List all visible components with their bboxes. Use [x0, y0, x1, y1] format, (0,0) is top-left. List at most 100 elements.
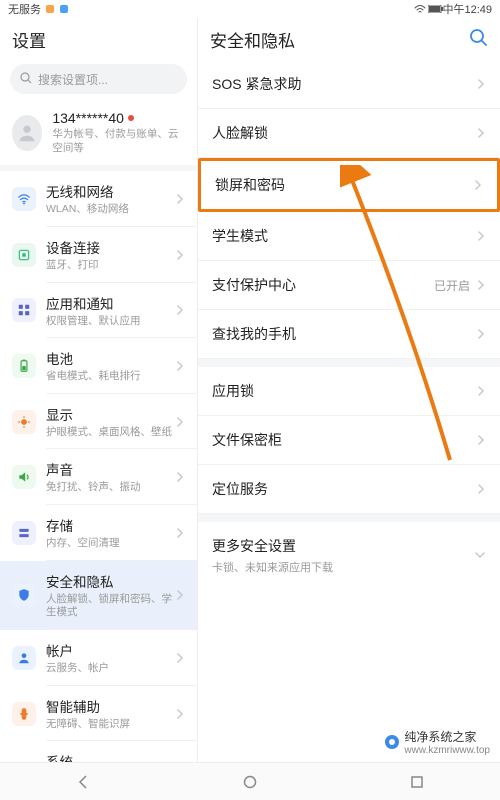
detail-item-student[interactable]: 学生模式	[198, 212, 500, 261]
item-title: 支付保护中心	[212, 275, 296, 295]
item-title: 查找我的手机	[212, 324, 296, 344]
item-sub: 护眼模式、桌面风格、壁纸	[46, 426, 175, 440]
item-title: 定位服务	[212, 479, 268, 499]
item-title: 存储	[46, 515, 175, 535]
detail-item-safe[interactable]: 文件保密柜	[198, 416, 500, 465]
watermark-url: www.kzmriwww.top	[404, 745, 490, 756]
item-status: 已开启	[434, 277, 470, 294]
search-placeholder: 搜索设置项...	[38, 71, 108, 88]
logo-icon	[384, 734, 400, 750]
access-icon	[12, 702, 36, 726]
item-sub: 内存、空间清理	[46, 537, 175, 551]
divider	[198, 514, 500, 522]
chevron-right-icon	[175, 358, 185, 374]
divider	[198, 359, 500, 367]
chevron-right-icon	[175, 247, 185, 263]
chevron-right-icon	[476, 383, 486, 399]
detail-item-face[interactable]: 人脸解锁	[198, 109, 500, 158]
detail-title: 安全和隐私	[210, 27, 295, 52]
sidebar-item-battery[interactable]: 电池 省电模式、耗电排行	[0, 338, 197, 394]
nav-back-button[interactable]	[73, 772, 93, 792]
chevron-right-icon	[476, 76, 486, 92]
chevron-right-icon	[476, 228, 486, 244]
detail-item-lock[interactable]: 锁屏和密码	[198, 158, 500, 212]
sidebar-title: 设置	[0, 18, 197, 60]
apps-icon	[12, 298, 36, 322]
detail-item-applock[interactable]: 应用锁	[198, 367, 500, 416]
chevron-right-icon	[175, 302, 185, 318]
sidebar-item-display[interactable]: 显示 护眼模式、桌面风格、壁纸	[0, 394, 197, 450]
item-title: 应用和通知	[46, 293, 175, 313]
detail-item-sos[interactable]: SOS 紧急求助	[198, 60, 500, 109]
nav-bar	[0, 762, 500, 800]
item-title: 智能辅助	[46, 696, 175, 716]
security-icon	[12, 583, 36, 607]
nav-home-button[interactable]	[240, 772, 260, 792]
sidebar-item-account[interactable]: 帐户 云服务、帐户	[0, 630, 197, 686]
item-sub: WLAN、移动网络	[46, 203, 175, 217]
no-service-label: 无服务	[8, 1, 41, 17]
detail-pane: 安全和隐私 SOS 紧急求助人脸解锁锁屏和密码学生模式支付保护中心 已开启查找我的…	[198, 18, 500, 762]
sidebar-item-wifi[interactable]: 无线和网络 WLAN、移动网络	[0, 171, 197, 227]
notification-dot	[128, 115, 134, 121]
item-title: 人脸解锁	[212, 123, 268, 143]
chevron-right-icon	[175, 587, 185, 603]
chevron-right-icon	[175, 706, 185, 722]
account-sub: 华为帐号、付款与账单、云空间等	[52, 128, 185, 155]
detail-item-more[interactable]: 更多安全设置 卡锁、未知来源应用下载	[198, 522, 500, 589]
item-sub: 省电模式、耗电排行	[46, 370, 175, 384]
item-title: 学生模式	[212, 226, 268, 246]
sidebar-item-storage[interactable]: 存储 内存、空间清理	[0, 505, 197, 561]
nav-recent-button[interactable]	[407, 772, 427, 792]
sidebar-item-apps[interactable]: 应用和通知 权限管理、默认应用	[0, 283, 197, 339]
chevron-down-icon	[474, 548, 486, 564]
sidebar-item-security[interactable]: 安全和隐私 人脸解锁、锁屏和密码、学生模式	[0, 561, 197, 630]
chevron-right-icon	[175, 414, 185, 430]
avatar	[12, 115, 42, 151]
item-sub: 云服务、帐户	[46, 662, 175, 676]
item-title: 文件保密柜	[212, 430, 282, 450]
search-icon	[20, 72, 32, 87]
device-icon	[12, 243, 36, 267]
sidebar-item-sound[interactable]: 声音 免打扰、铃声、振动	[0, 449, 197, 505]
item-title: 电池	[46, 348, 175, 368]
item-sub: 无障碍、智能识屏	[46, 718, 175, 732]
detail-title-row: 安全和隐私	[198, 18, 500, 60]
item-title: 锁屏和密码	[215, 175, 285, 195]
sound-icon	[12, 465, 36, 489]
account-row[interactable]: 134******40 华为帐号、付款与账单、云空间等	[0, 102, 197, 165]
chevron-right-icon	[473, 177, 483, 193]
item-title: 系统	[46, 751, 175, 762]
storage-icon	[12, 521, 36, 545]
display-icon	[12, 410, 36, 434]
sidebar-item-access[interactable]: 智能辅助 无障碍、智能识屏	[0, 686, 197, 742]
item-title: 声音	[46, 459, 175, 479]
clock-label: 中午12:49	[442, 1, 492, 17]
app-icon	[59, 4, 69, 14]
item-sub: 权限管理、默认应用	[46, 315, 175, 329]
settings-sidebar: 设置 搜索设置项... 134******40 华为帐号、付款与账单、云空间等 …	[0, 18, 198, 762]
status-bar: 无服务 中午12:49	[0, 0, 500, 18]
sidebar-list: 无线和网络 WLAN、移动网络 设备连接 蓝牙、打印 应用和通知 权限管理、默认…	[0, 171, 197, 762]
detail-item-payment[interactable]: 支付保护中心 已开启	[198, 261, 500, 310]
chevron-right-icon	[175, 650, 185, 666]
search-button[interactable]	[468, 27, 488, 52]
item-title: 设备连接	[46, 237, 175, 257]
watermark-name: 纯净系统之家	[404, 728, 490, 745]
chevron-right-icon	[476, 125, 486, 141]
detail-item-location[interactable]: 定位服务	[198, 465, 500, 514]
detail-item-findphone[interactable]: 查找我的手机	[198, 310, 500, 359]
item-title: 应用锁	[212, 381, 254, 401]
item-sub: 蓝牙、打印	[46, 259, 175, 273]
item-title: SOS 紧急求助	[212, 74, 301, 94]
item-sub: 人脸解锁、锁屏和密码、学生模式	[46, 593, 175, 620]
chevron-right-icon	[476, 481, 486, 497]
sidebar-item-device[interactable]: 设备连接 蓝牙、打印	[0, 227, 197, 283]
item-title: 帐户	[46, 640, 175, 660]
sidebar-item-system[interactable]: 系统 系统导航、系统更新、关于平板、语言和输入法	[0, 741, 197, 762]
item-title: 显示	[46, 404, 175, 424]
search-input[interactable]: 搜索设置项...	[10, 64, 187, 94]
wifi-icon	[12, 187, 36, 211]
item-sub: 卡锁、未知来源应用下载	[212, 559, 333, 575]
account-name: 134******40	[52, 110, 124, 126]
